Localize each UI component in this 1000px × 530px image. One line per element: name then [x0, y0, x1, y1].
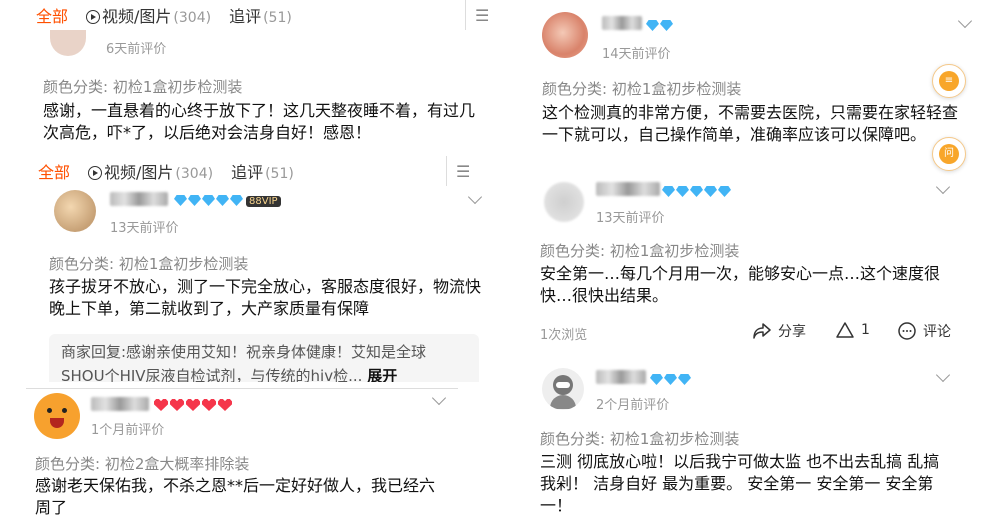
review-category: 颜色分类: 初检1盒初步检测装	[49, 255, 249, 273]
review-panel-6: 2个月前评价 颜色分类: 初检1盒初步检测装 三测 彻底放心啦！以后我宁可做太监…	[528, 362, 953, 530]
diamond-icon	[678, 374, 691, 385]
heart-icon	[154, 399, 168, 411]
diamond-icon	[662, 186, 675, 197]
diamond-icon	[676, 186, 689, 197]
level-badges: 88VIP	[174, 191, 281, 210]
share-icon	[753, 323, 771, 339]
review-time: 1个月前评价	[91, 423, 165, 438]
triangle-icon	[836, 322, 854, 338]
review-category: 颜色分类: 初检1盒初步检测装	[540, 430, 740, 448]
review-panel-5: 13天前评价 颜色分类: 初检1盒初步检测装 安全第一…每几个月用一次，能够安心…	[528, 180, 953, 350]
tab-followup[interactable]: 追评 (51)	[229, 3, 292, 27]
heart-icon	[202, 399, 216, 411]
diamond-icon	[690, 186, 703, 197]
review-text: 三测 彻底放心啦！以后我宁可做太监 也不出去乱搞 乱搞我剁！ 洁身自好 最为重要…	[540, 452, 940, 515]
like-button[interactable]: 1	[835, 321, 870, 339]
comment-icon	[898, 322, 916, 340]
expand-link[interactable]: 展开	[367, 367, 397, 382]
avatar	[544, 182, 584, 222]
avatar	[34, 393, 80, 439]
review-time: 13天前评价	[596, 211, 665, 226]
review-panel-4: 14天前评价 颜色分类: 初检1盒初步检测装 这个检测真的非常方便，不需要去医院…	[528, 0, 1000, 178]
review-text: 感谢，一直悬着的心终于放下了！这几天整夜睡不着，有过几次高危，吓*了，以后绝对会…	[43, 101, 476, 142]
review-text: 孩子拔牙不放心，测了一下完全放心，客服态度很好，物流快晚上下单，第二就收到了，大…	[49, 277, 482, 318]
username	[596, 182, 660, 196]
review-category: 颜色分类: 初检1盒初步检测装	[542, 80, 742, 98]
tab-all[interactable]: 全部	[38, 159, 70, 183]
tab-media[interactable]: 视频/图片 (304)	[86, 3, 211, 27]
diamond-icon	[230, 195, 243, 206]
level-badges	[662, 182, 732, 201]
avatar	[542, 368, 584, 410]
notes-icon: ≡	[939, 71, 959, 91]
diamond-icon	[650, 374, 663, 385]
diamond-icon	[646, 20, 659, 31]
tab-divider	[465, 0, 466, 30]
avatar	[542, 12, 588, 58]
review-text: 安全第一…每几个月用一次，能够安心一点…这个速度很快…很快出结果。	[540, 264, 941, 305]
play-icon	[88, 166, 103, 180]
chevron-down-icon[interactable]	[467, 189, 483, 205]
tab-media[interactable]: 视频/图片 (304)	[88, 159, 213, 183]
heart-icon	[170, 399, 184, 411]
filter-icon[interactable]: ☰	[456, 162, 470, 181]
diamond-icon	[660, 20, 673, 31]
level-badges	[650, 370, 692, 389]
chevron-down-icon[interactable]	[957, 13, 973, 29]
chevron-down-icon[interactable]	[935, 180, 951, 195]
share-button[interactable]: 分享	[752, 321, 806, 341]
merchant-reply: 商家回复:感谢亲使用艾知！祝亲身体健康！艾知是全球SHOU个HIV尿液自检试剂，…	[49, 334, 479, 382]
review-time: 14天前评价	[602, 47, 671, 62]
diamond-icon	[704, 186, 717, 197]
filter-icon[interactable]: ☰	[475, 6, 489, 25]
review-category: 颜色分类: 初检1盒初步检测装	[540, 242, 740, 260]
avatar	[50, 30, 86, 56]
review-panel-3: 1个月前评价 颜色分类: 初检2盒大概率排除装 感谢老天保佑我，不杀之恩**后一…	[26, 388, 458, 530]
heart-icon	[218, 399, 232, 411]
chevron-down-icon[interactable]	[935, 367, 951, 383]
review-time: 13天前评价	[110, 221, 179, 236]
heart-icon	[186, 399, 200, 411]
tab-divider	[446, 156, 447, 186]
review-time: 2个月前评价	[596, 398, 670, 413]
diamond-icon	[718, 186, 731, 197]
review-category: 颜色分类: 初检2盒大概率排除装	[35, 455, 250, 473]
diamond-icon	[216, 195, 229, 206]
review-panel-1: 全部 视频/图片 (304) 追评 (51) ☰ 6天前评价 颜色分类: 初检1盒初…	[30, 0, 508, 152]
review-panel-2: 全部 视频/图片 (304) 追评 (51) ☰ 88VIP 13天前评价 颜色分类…	[32, 156, 510, 382]
play-icon	[86, 10, 101, 24]
view-count: 1次浏览	[540, 328, 588, 343]
review-tabs: 全部 视频/图片 (304) 追评 (51)	[30, 0, 508, 30]
diamond-icon	[664, 374, 677, 385]
ask-icon: 问	[939, 144, 959, 164]
level-badges	[646, 16, 674, 35]
avatar	[54, 190, 96, 232]
review-category: 颜色分类: 初检1盒初步检测装	[43, 78, 243, 96]
review-tabs: 全部 视频/图片 (304) 追评 (51)	[32, 156, 510, 186]
chevron-down-icon[interactable]	[431, 390, 447, 406]
diamond-icon	[174, 195, 187, 206]
username	[596, 370, 646, 384]
review-time: 6天前评价	[106, 42, 167, 57]
username	[110, 192, 168, 206]
ask-button[interactable]: 问	[932, 137, 966, 171]
username	[91, 397, 149, 411]
comment-button[interactable]: 评论	[897, 321, 951, 341]
username	[602, 16, 642, 30]
notes-button[interactable]: ≡	[932, 64, 966, 98]
tab-followup[interactable]: 追评 (51)	[231, 159, 294, 183]
review-text: 感谢老天保佑我，不杀之恩**后一定好好做人，我已经六周了	[35, 476, 436, 517]
vip-badge: 88VIP	[246, 196, 281, 207]
tab-all[interactable]: 全部	[36, 3, 68, 27]
diamond-icon	[188, 195, 201, 206]
review-text: 这个检测真的非常方便，不需要去医院，只需要在家轻轻查一下就可以，自己操作简单，准…	[542, 103, 959, 144]
level-badges	[154, 396, 234, 415]
diamond-icon	[202, 195, 215, 206]
